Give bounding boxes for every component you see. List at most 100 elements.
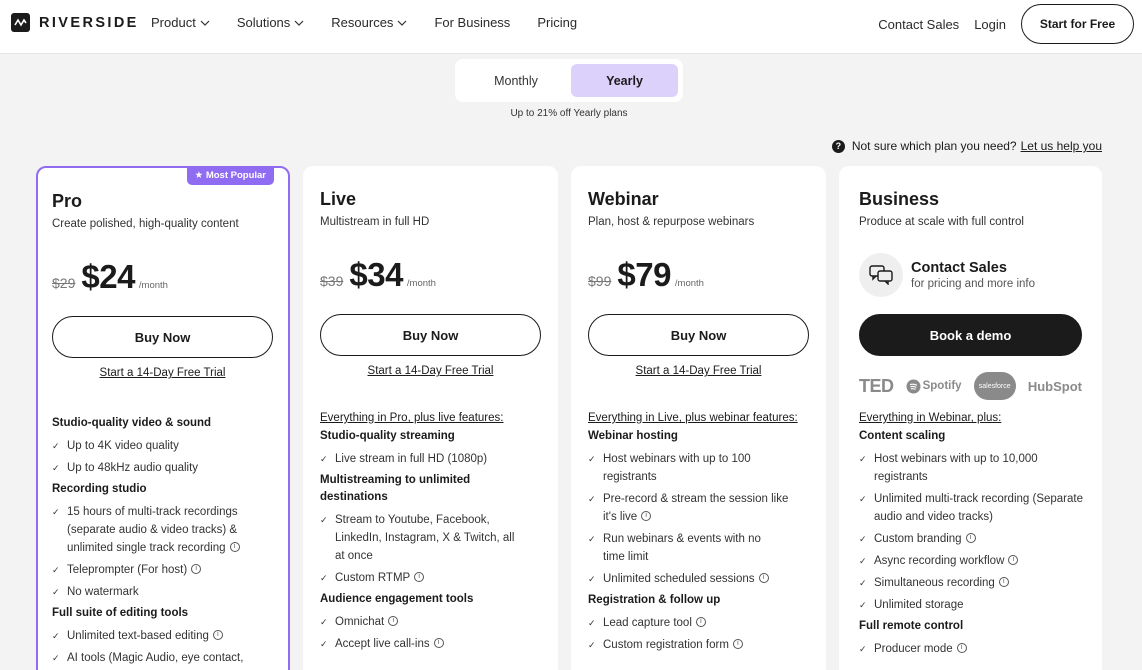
most-popular-badge: ★ Most Popular [186, 167, 274, 185]
help-link[interactable]: Let us help you [1021, 139, 1102, 153]
free-trial-link[interactable]: Start a 14-Day Free Trial [588, 365, 809, 377]
check-icon: ✓ [52, 653, 60, 663]
contact-title: Contact Sales [911, 260, 1007, 276]
info-icon[interactable]: i [956, 642, 967, 653]
contact-subtitle: for pricing and more info [911, 278, 1036, 290]
plan-name: Business [859, 189, 940, 209]
plan-card-live: Live Multistream in full HD $39 $34 /mon… [303, 166, 558, 670]
feature-text-value: Async recording workflow [874, 555, 1005, 567]
info-icon[interactable]: i [641, 510, 652, 521]
list-item: ✓ Live stream in full HD (1080p) [320, 450, 552, 468]
plan-subtitle: Create polished, high-quality content [52, 218, 239, 230]
check-icon: ✓ [859, 556, 867, 566]
plan-subtitle: Multistream in full HD [320, 216, 430, 228]
toggle-yearly[interactable]: Yearly [571, 64, 678, 97]
chat-bubbles-icon [859, 253, 903, 297]
feature-text-value: Custom branding [874, 533, 962, 545]
nav-solutions-label: Solutions [236, 15, 291, 30]
info-icon[interactable]: i [732, 638, 743, 649]
list-item: ✓ Up to 48kHz audio quality [52, 459, 284, 477]
info-icon[interactable]: i [388, 615, 399, 626]
list-item: ✓ Unlimited storage [859, 596, 1084, 614]
check-icon: ✓ [52, 587, 60, 597]
info-icon[interactable]: i [433, 637, 444, 648]
list-item: ✓ Teleprompter (For host) i [52, 561, 284, 579]
info-icon[interactable]: i [1008, 554, 1019, 565]
ted-logo: TED [859, 375, 894, 396]
spotify-logo: Spotify [906, 379, 962, 394]
price: $34 [349, 256, 403, 293]
check-icon: ✓ [52, 565, 60, 575]
contact-sales-link[interactable]: Contact Sales [878, 17, 959, 32]
price-row: $39 $34 /month [320, 256, 436, 294]
old-price: $39 [320, 273, 344, 289]
check-icon: ✓ [588, 574, 596, 584]
info-icon[interactable]: i [998, 576, 1009, 587]
free-trial-link[interactable]: Start a 14-Day Free Trial [52, 367, 273, 379]
feature-text: Unlimited storage [874, 599, 964, 611]
list-item: ✓ Custom RTMP i [320, 569, 552, 587]
check-icon: ✓ [588, 494, 596, 504]
nav-solutions[interactable]: Solutions [237, 15, 304, 30]
check-icon: ✓ [859, 578, 867, 588]
feature-text: Host webinars with up to 100 registrants [603, 453, 751, 483]
feature-section: Full suite of editing tools [52, 607, 189, 619]
feature-section: Multistreaming to unlimited destinations [320, 474, 471, 503]
info-icon[interactable]: i [212, 629, 223, 640]
info-icon[interactable]: i [695, 616, 706, 627]
nav-pricing[interactable]: Pricing [537, 15, 577, 30]
feature-text: Unlimited text-based editing i [67, 627, 223, 645]
price: $79 [617, 256, 671, 293]
feature-section: Full remote control [859, 620, 964, 632]
book-demo-button[interactable]: Book a demo [859, 314, 1082, 356]
top-nav: RIVERSIDE Product Solutions Resources Fo… [0, 0, 1142, 54]
price-row: $99 $79 /month [588, 256, 704, 294]
check-icon: ✓ [320, 617, 328, 627]
nav-for-business[interactable]: For Business [434, 15, 510, 30]
check-icon: ✓ [859, 494, 867, 504]
check-icon: ✓ [588, 534, 596, 544]
list-item: ✓ 15 hours of multi-track recordings (sep… [52, 503, 284, 557]
feature-text-value: Teleprompter (For host) [67, 564, 188, 576]
nav-resources[interactable]: Resources [331, 15, 407, 30]
nav-actions: Contact Sales Login Start for Free [878, 4, 1134, 44]
buy-now-button[interactable]: Buy Now [320, 314, 541, 356]
check-icon: ✓ [52, 441, 60, 451]
feature-list: Studio-quality video & sound ✓ Up to 4K v… [52, 415, 284, 670]
info-icon[interactable]: i [965, 532, 976, 543]
check-icon: ✓ [588, 454, 596, 464]
free-trial-link[interactable]: Start a 14-Day Free Trial [320, 365, 541, 377]
feature-text-value: 15 hours of multi-track recordings (sepa… [67, 506, 238, 554]
feature-text: Omnichat i [335, 613, 399, 631]
chevron-down-icon [294, 20, 304, 26]
feature-text: 15 hours of multi-track recordings (sepa… [67, 503, 284, 557]
billing-toggle: Monthly Yearly [455, 59, 683, 102]
feature-text: Lead capture tool i [603, 614, 706, 632]
price-period: /month [138, 280, 168, 291]
feature-text: Custom RTMP i [335, 569, 425, 587]
start-for-free-button[interactable]: Start for Free [1021, 4, 1134, 44]
plan-name: Pro [52, 191, 83, 211]
info-icon[interactable]: i [191, 563, 202, 574]
buy-now-button[interactable]: Buy Now [52, 316, 273, 358]
info-icon[interactable]: i [758, 572, 769, 583]
feature-intro: Everything in Pro, plus live features: [320, 412, 504, 424]
feature-text: No watermark [67, 586, 139, 598]
nav-product[interactable]: Product [151, 15, 210, 30]
info-icon[interactable]: i [229, 541, 240, 552]
feature-section: Content scaling [859, 430, 946, 442]
plan-subtitle: Plan, host & repurpose webinars [588, 216, 755, 228]
feature-list: Everything in Webinar, plus: Content sca… [859, 412, 1084, 662]
list-item: ✓ AI tools (Magic Audio, eye contact, [52, 649, 284, 667]
buy-now-button[interactable]: Buy Now [588, 314, 809, 356]
chevron-down-icon [200, 20, 210, 26]
feature-section: Studio-quality streaming [320, 430, 455, 442]
toggle-monthly[interactable]: Monthly [461, 64, 571, 97]
list-item: ✓ Run webinars & events with no time limi… [588, 530, 773, 566]
chevron-down-icon [398, 20, 407, 26]
info-icon[interactable]: i [414, 571, 425, 582]
main-menu: Product Solutions Resources For Business… [151, 15, 604, 30]
brand-logo[interactable]: RIVERSIDE [11, 13, 139, 32]
login-link[interactable]: Login [974, 17, 1006, 32]
nav-product-label: Product [151, 15, 196, 30]
